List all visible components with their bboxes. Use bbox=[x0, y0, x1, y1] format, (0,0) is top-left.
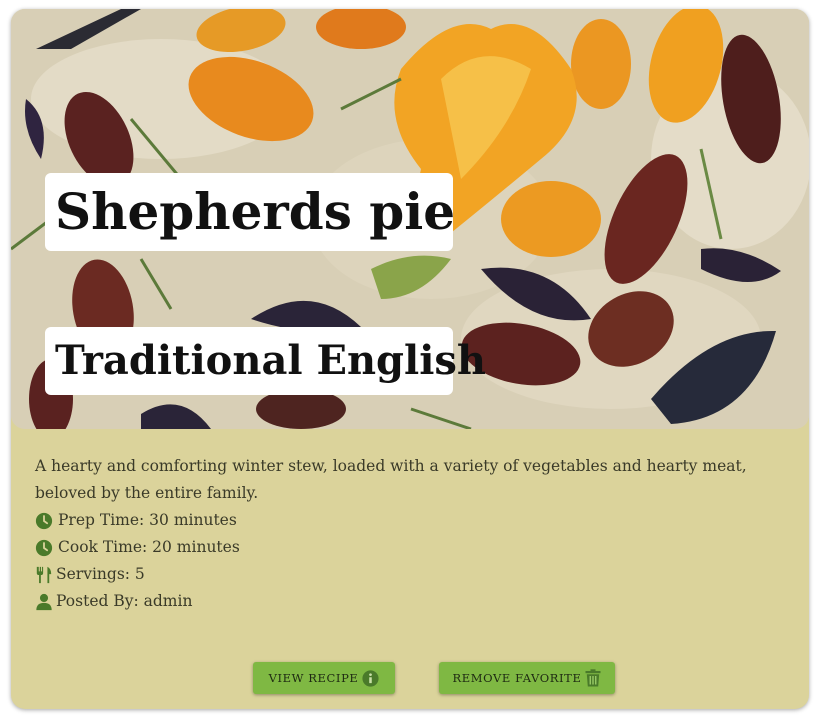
recipe-cuisine: Traditional English bbox=[45, 327, 486, 395]
clock-icon bbox=[35, 539, 53, 556]
posted-by-row: Posted By: admin bbox=[35, 588, 775, 615]
cook-time-row: Cook Time: 20 minutes bbox=[35, 534, 775, 561]
remove-favorite-label: Remove Favorite bbox=[452, 671, 582, 685]
servings-row: Servings: 5 bbox=[35, 561, 775, 588]
trash-icon bbox=[585, 669, 601, 687]
posted-by-text: Posted By: admin bbox=[56, 592, 193, 610]
user-icon bbox=[36, 593, 52, 610]
recipe-description: A hearty and comforting winter stew, loa… bbox=[35, 457, 747, 502]
clock-icon bbox=[35, 512, 53, 529]
recipe-details: A hearty and comforting winter stew, loa… bbox=[35, 453, 775, 615]
view-recipe-button[interactable]: View Recipe bbox=[253, 662, 395, 694]
prep-time-row: Prep Time: 30 minutes bbox=[35, 507, 775, 534]
recipe-card: Shepherds pie Traditional English A hear… bbox=[11, 9, 809, 709]
utensils-icon bbox=[36, 566, 52, 583]
recipe-title: Shepherds pie bbox=[45, 173, 455, 251]
prep-time-text: Prep Time: 30 minutes bbox=[58, 511, 237, 529]
view-recipe-label: View Recipe bbox=[268, 671, 359, 685]
servings-text: Servings: 5 bbox=[56, 565, 145, 583]
info-icon bbox=[362, 669, 379, 687]
cook-time-text: Cook Time: 20 minutes bbox=[58, 538, 240, 556]
remove-favorite-button[interactable]: Remove Favorite bbox=[439, 662, 615, 694]
recipe-image: Shepherds pie Traditional English bbox=[11, 9, 809, 429]
